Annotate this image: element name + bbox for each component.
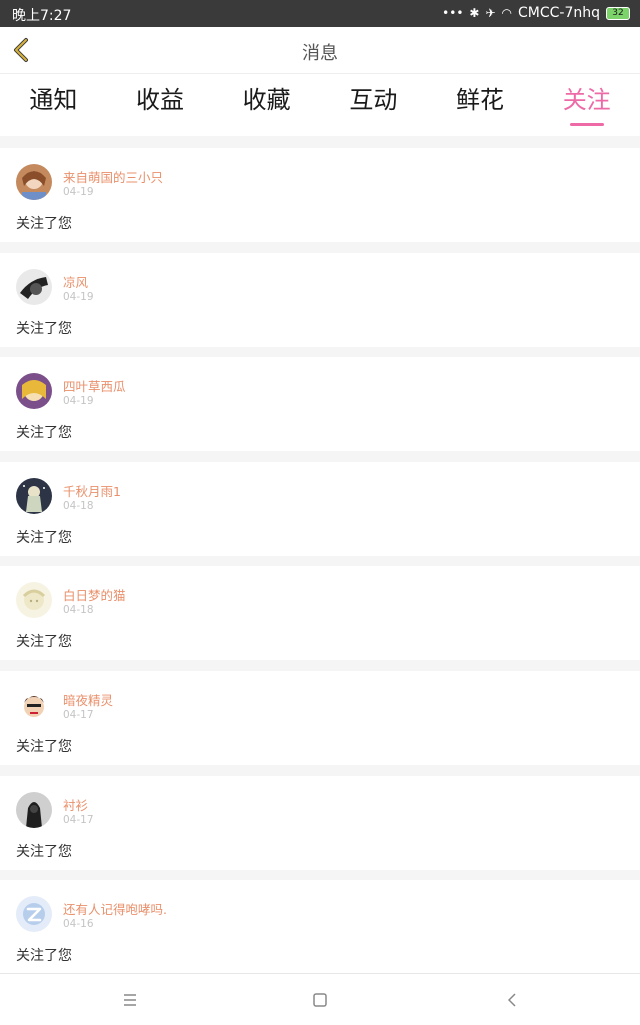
- follow-message: 关注了您: [16, 843, 72, 860]
- follow-list: 来自萌国的三小只 04-19 关注了您 凉风 04-19 关注了您 四叶草西瓜 …: [0, 148, 640, 985]
- tab-earnings[interactable]: 收益: [107, 74, 214, 136]
- avatar[interactable]: [16, 686, 52, 723]
- follow-item[interactable]: 千秋月雨1 04-18 关注了您: [0, 461, 640, 556]
- back-nav-icon[interactable]: [500, 988, 524, 1012]
- status-bar: 晚上7:27 ••• ✱ ✈ ◠ CMCC-7nhq 32: [0, 0, 640, 27]
- user-name[interactable]: 四叶草西瓜: [63, 376, 126, 395]
- user-name[interactable]: 白日梦的猫: [63, 585, 126, 604]
- bluetooth-icon: ✱: [469, 6, 480, 20]
- user-name[interactable]: 暗夜精灵: [63, 690, 113, 709]
- tab-following[interactable]: 关注: [533, 74, 640, 136]
- tab-favorites[interactable]: 收藏: [213, 74, 320, 136]
- follow-date: 04-19: [63, 395, 94, 408]
- battery-icon: 32: [606, 6, 630, 20]
- user-name[interactable]: 来自萌国的三小只: [63, 167, 163, 186]
- carrier-name: CMCC-7nhq: [518, 5, 600, 21]
- follow-message: 关注了您: [16, 948, 72, 965]
- follow-date: 04-19: [63, 290, 94, 303]
- user-name[interactable]: 凉风: [63, 272, 88, 291]
- avatar[interactable]: [16, 896, 52, 933]
- follow-message: 关注了您: [16, 738, 72, 755]
- follow-item[interactable]: 还有人记得咆哮吗. 04-16 关注了您: [0, 880, 640, 975]
- avatar[interactable]: [16, 373, 52, 410]
- wifi-icon: ◠: [501, 6, 512, 20]
- system-nav-bar: [0, 973, 640, 1025]
- user-name[interactable]: 还有人记得咆哮吗.: [63, 899, 167, 918]
- follow-item[interactable]: 凉风 04-19 关注了您: [0, 252, 640, 347]
- more-dots-icon: •••: [442, 6, 464, 20]
- follow-item[interactable]: 白日梦的猫 04-18 关注了您: [0, 566, 640, 661]
- airplane-icon: ✈: [485, 6, 496, 20]
- avatar[interactable]: [16, 164, 52, 200]
- status-icons: ••• ✱ ✈ ◠ CMCC-7nhq 32: [442, 5, 630, 21]
- page-title: 消息: [302, 43, 338, 64]
- avatar[interactable]: [16, 582, 52, 619]
- active-tab-indicator: [569, 123, 604, 126]
- follow-item[interactable]: 暗夜精灵 04-17 关注了您: [0, 670, 640, 765]
- tab-flowers[interactable]: 鲜花: [427, 74, 534, 136]
- follow-date: 04-19: [63, 186, 94, 198]
- follow-message: 关注了您: [16, 425, 72, 442]
- follow-date: 04-18: [63, 604, 94, 617]
- menu-icon[interactable]: [118, 988, 142, 1012]
- status-time: 晚上7:27: [12, 8, 72, 24]
- follow-date: 04-17: [63, 708, 94, 721]
- title-bar: 消息: [0, 27, 640, 74]
- follow-date: 04-16: [63, 918, 94, 931]
- tab-interaction[interactable]: 互动: [320, 74, 427, 136]
- follow-message: 关注了您: [16, 216, 72, 232]
- avatar[interactable]: [16, 477, 52, 514]
- follow-message: 关注了您: [16, 529, 72, 546]
- follow-date: 04-17: [63, 813, 94, 826]
- follow-message: 关注了您: [16, 634, 72, 651]
- avatar[interactable]: [16, 268, 52, 305]
- tab-notice[interactable]: 通知: [0, 74, 107, 136]
- follow-item[interactable]: 来自萌国的三小只 04-19 关注了您: [0, 148, 640, 242]
- user-name[interactable]: 千秋月雨1: [63, 481, 121, 500]
- tab-bar: 通知 收益 收藏 互动 鲜花 关注: [0, 74, 640, 136]
- avatar[interactable]: [16, 791, 52, 828]
- user-name[interactable]: 衬衫: [63, 795, 88, 814]
- follow-message: 关注了您: [16, 320, 72, 337]
- follow-item[interactable]: 衬衫 04-17 关注了您: [0, 775, 640, 870]
- follow-item[interactable]: 四叶草西瓜 04-19 关注了您: [0, 357, 640, 452]
- follow-date: 04-18: [63, 499, 94, 512]
- home-square-icon[interactable]: [308, 988, 332, 1012]
